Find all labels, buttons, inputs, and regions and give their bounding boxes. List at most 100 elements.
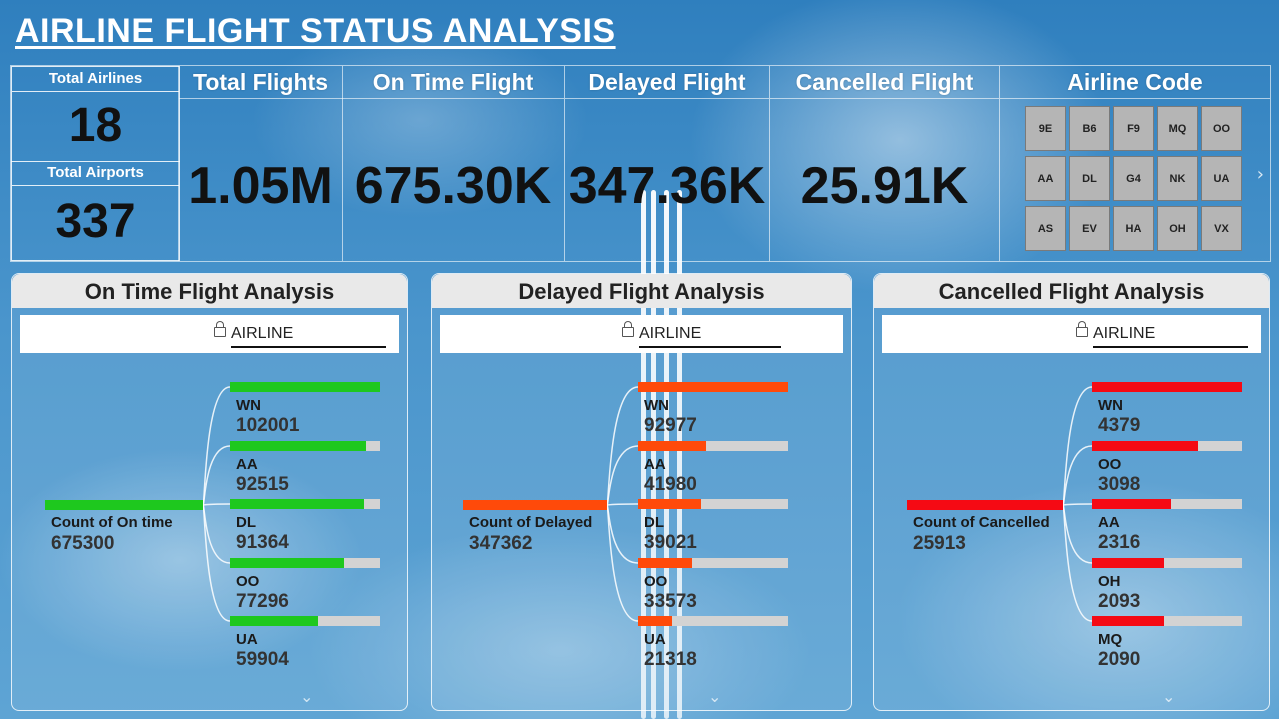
on-time-tree-node[interactable]: UA 59904 bbox=[230, 616, 390, 671]
node-value: 59904 bbox=[236, 649, 289, 670]
cancelled-airline-filter[interactable]: AIRLINE bbox=[882, 315, 1261, 353]
cancelled-tree-node[interactable]: OH 2093 bbox=[1092, 558, 1252, 613]
delayed-tree-node[interactable]: UA 21318 bbox=[638, 616, 798, 671]
airline-code-button[interactable]: OH bbox=[1157, 206, 1198, 251]
on-time-tree-node[interactable]: AA 92515 bbox=[230, 441, 390, 496]
cancelled-tree-node[interactable]: MQ 2090 bbox=[1092, 616, 1252, 671]
kpi-on-time[interactable]: On Time Flight 675.30K bbox=[342, 66, 565, 261]
cancelled-tree-node[interactable]: WN 4379 bbox=[1092, 382, 1252, 437]
delayed-tree-node[interactable]: OO 33573 bbox=[638, 558, 798, 613]
delayed-tree-node[interactable]: WN 92977 bbox=[638, 382, 798, 437]
airline-code-grid: 9E B6 F9 MQ OO AA DL G4 NK UA AS EV HA OH VX bbox=[1025, 106, 1242, 251]
tree-connector bbox=[606, 386, 639, 506]
node-bar-track bbox=[230, 499, 380, 509]
node-label: UA bbox=[644, 631, 666, 648]
on-time-tree-node[interactable]: OO 77296 bbox=[230, 558, 390, 613]
kpi-cancelled[interactable]: Cancelled Flight 25.91K bbox=[770, 66, 1000, 261]
airline-code-button[interactable]: EV bbox=[1069, 206, 1110, 251]
node-value: 102001 bbox=[236, 415, 300, 436]
node-label: WN bbox=[1098, 397, 1123, 414]
node-bar-track bbox=[230, 441, 380, 451]
page-title: AIRLINE FLIGHT STATUS ANALYSIS bbox=[15, 12, 616, 50]
node-bar-track bbox=[230, 616, 380, 626]
node-bar-fill bbox=[230, 616, 319, 626]
tree-connector bbox=[1062, 445, 1093, 506]
kpi-cancelled-value: 25.91K bbox=[800, 157, 969, 215]
node-value: 92515 bbox=[236, 474, 289, 495]
airline-code-button[interactable]: B6 bbox=[1069, 106, 1110, 151]
node-value: 2093 bbox=[1098, 591, 1141, 612]
chevron-down-icon[interactable]: ⌄ bbox=[1162, 687, 1175, 706]
tree-connector bbox=[1062, 503, 1093, 506]
delayed-airline-filter[interactable]: AIRLINE bbox=[440, 315, 843, 353]
tree-connector bbox=[202, 445, 231, 506]
node-bar-track bbox=[638, 441, 788, 451]
tree-connector bbox=[606, 504, 639, 622]
node-bar-fill bbox=[638, 616, 673, 626]
cancelled-tree-node[interactable]: AA 2316 bbox=[1092, 499, 1252, 554]
delayed-root-bar[interactable] bbox=[463, 500, 607, 510]
airline-code-button[interactable]: UA bbox=[1201, 156, 1242, 201]
airline-code-button[interactable]: HA bbox=[1113, 206, 1154, 251]
delayed-analysis-panel: Delayed Flight Analysis AIRLINE Count of D… bbox=[431, 273, 852, 711]
node-bar-fill bbox=[638, 441, 706, 451]
delayed-tree-node[interactable]: DL 39021 bbox=[638, 499, 798, 554]
kpi-delayed[interactable]: Delayed Flight 347.36K bbox=[565, 66, 770, 261]
node-value: 21318 bbox=[644, 649, 697, 670]
chevron-down-icon[interactable]: ⌄ bbox=[708, 687, 721, 706]
delayed-panel-title: Delayed Flight Analysis bbox=[432, 274, 851, 308]
filter-label: AIRLINE bbox=[639, 325, 702, 342]
kpi-total-flights[interactable]: Total Flights 1.05M bbox=[178, 66, 343, 261]
node-bar-fill bbox=[230, 558, 344, 568]
kpi-total-airlines[interactable]: Total Airlines 18 bbox=[11, 66, 180, 162]
filter-underline bbox=[1093, 346, 1248, 348]
node-label: UA bbox=[236, 631, 258, 648]
on-time-root-bar[interactable] bbox=[45, 500, 203, 510]
tree-connector bbox=[1062, 386, 1093, 506]
node-value: 77296 bbox=[236, 591, 289, 612]
tree-connector bbox=[202, 503, 231, 506]
airline-code-button[interactable]: 9E bbox=[1025, 106, 1066, 151]
node-value: 2090 bbox=[1098, 649, 1141, 670]
tree-connector bbox=[1062, 504, 1093, 564]
airline-code-button[interactable]: F9 bbox=[1113, 106, 1154, 151]
kpi-delayed-label: Delayed Flight bbox=[565, 66, 769, 99]
tree-connector bbox=[606, 503, 639, 506]
airline-code-button[interactable]: OO bbox=[1201, 106, 1242, 151]
cancelled-root-bar[interactable] bbox=[907, 500, 1063, 510]
airline-code-button[interactable]: VX bbox=[1201, 206, 1242, 251]
tree-connector bbox=[202, 504, 231, 564]
airline-code-button[interactable]: NK bbox=[1157, 156, 1198, 201]
kpi-total-airports[interactable]: Total Airports 337 bbox=[11, 161, 180, 261]
airline-code-button[interactable]: AA bbox=[1025, 156, 1066, 201]
node-value: 4379 bbox=[1098, 415, 1141, 436]
on-time-tree-node[interactable]: WN 102001 bbox=[230, 382, 390, 437]
on-time-panel-title: On Time Flight Analysis bbox=[12, 274, 407, 308]
on-time-tree-node[interactable]: DL 91364 bbox=[230, 499, 390, 554]
on-time-analysis-panel: On Time Flight Analysis AIRLINE Count of O… bbox=[11, 273, 408, 711]
airline-code-slicer: Airline Code 9E B6 F9 MQ OO AA DL G4 NK UA AS EV HA O… bbox=[1000, 66, 1270, 261]
tree-connector bbox=[606, 445, 639, 506]
kpi-total-airlines-label: Total Airlines bbox=[12, 67, 179, 92]
chevron-down-icon[interactable]: ⌄ bbox=[300, 687, 313, 706]
on-time-airline-filter[interactable]: AIRLINE bbox=[20, 315, 399, 353]
node-bar-track bbox=[1092, 441, 1242, 451]
node-bar-track bbox=[638, 616, 788, 626]
chevron-right-icon[interactable]: › bbox=[1257, 164, 1264, 185]
node-bar-track bbox=[1092, 382, 1242, 392]
tree-connector bbox=[1062, 504, 1093, 622]
node-bar-track bbox=[230, 382, 380, 392]
node-bar-fill bbox=[1092, 382, 1242, 392]
lock-icon bbox=[1076, 321, 1088, 337]
cancelled-tree-node[interactable]: OO 3098 bbox=[1092, 441, 1252, 496]
kpi-total-airlines-value: 18 bbox=[68, 99, 123, 152]
airline-code-button[interactable]: MQ bbox=[1157, 106, 1198, 151]
airline-code-button[interactable]: G4 bbox=[1113, 156, 1154, 201]
node-bar-fill bbox=[230, 441, 367, 451]
airline-code-button[interactable]: DL bbox=[1069, 156, 1110, 201]
delayed-tree-node[interactable]: AA 41980 bbox=[638, 441, 798, 496]
node-bar-fill bbox=[230, 499, 365, 509]
airline-code-button[interactable]: AS bbox=[1025, 206, 1066, 251]
node-label: WN bbox=[236, 397, 261, 414]
node-label: WN bbox=[644, 397, 669, 414]
